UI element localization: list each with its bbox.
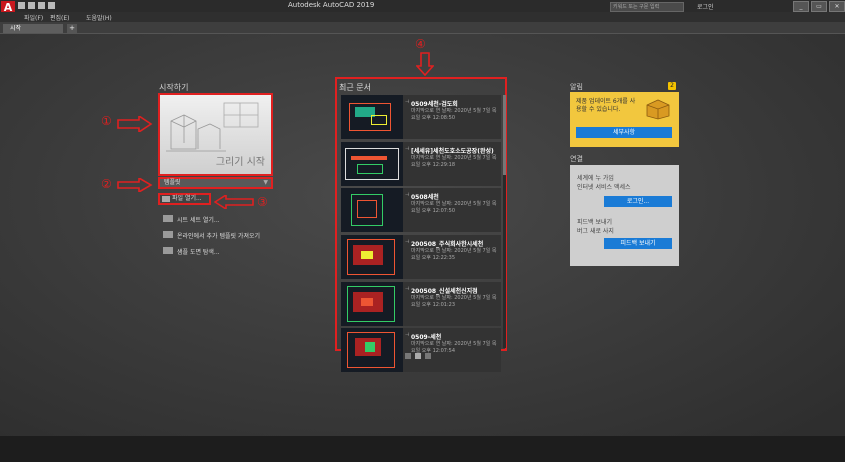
getting-started-title: 시작하기 xyxy=(159,83,189,92)
document-thumbnail xyxy=(341,328,403,373)
list-view-icon[interactable] xyxy=(415,353,421,359)
recent-documents-list: ⊣ 0509세천-검도회 마지막으로 연 날짜: 2020년 5월 7일 목요일… xyxy=(341,95,501,375)
connect-card: 세계에 누 가입 인터넷 서비스 액세스 로그인... 피드백 보내기 버그 새… xyxy=(570,165,679,266)
explore-samples-link[interactable]: 샘플 도면 탐색... xyxy=(163,247,220,256)
menu-help[interactable]: 도움말(H) xyxy=(86,13,112,22)
notifications-title: 알림 xyxy=(570,83,583,91)
open-files-label: 파일 열기... xyxy=(172,195,202,202)
feedback-subtitle: 버그 새로 사지 xyxy=(577,228,614,235)
tab-bar: 시작 + xyxy=(0,22,845,34)
notification-count-badge: 2 xyxy=(668,82,676,90)
connect-signin-button[interactable]: 로그인... xyxy=(604,196,672,207)
annotation-marker-1: ① xyxy=(101,114,112,128)
document-name: 200508_주식회사한시세천 xyxy=(411,241,484,249)
open-icon[interactable] xyxy=(28,2,35,9)
annotation-arrow-left-icon xyxy=(214,195,254,209)
floorplan-sketch-icon xyxy=(223,102,259,128)
pin-icon[interactable]: ⊣ xyxy=(405,192,409,198)
search-input[interactable]: 키워드 또는 구문 입력 xyxy=(610,2,684,12)
document-thumbnail xyxy=(341,95,403,139)
document-meta: 마지막으로 연 날짜: 2020년 5월 7일 목요일 오후 12:07:50 xyxy=(411,201,497,215)
recent-document-item[interactable]: ⊣ 0509세천-검도회 마지막으로 연 날짜: 2020년 5월 7일 목요일… xyxy=(341,95,501,139)
menu-file[interactable]: 파일(F) xyxy=(24,13,43,22)
scrollbar-thumb[interactable] xyxy=(503,95,506,175)
document-name: 0509세천-검도회 xyxy=(411,101,458,108)
document-meta: 마지막으로 연 날짜: 2020년 5월 7일 목요일 오후 12:29:18 xyxy=(411,154,497,168)
document-meta: 마지막으로 연 날짜: 2020년 5월 7일 목요일 오후 12:08:50 xyxy=(411,108,497,121)
get-templates-online-label: 온라인에서 추가 템플릿 가져오기 xyxy=(177,233,261,240)
document-meta: 마지막으로 연 날짜: 2020년 5월 7일 목요일 오후 12:22:35 xyxy=(411,248,497,262)
recent-documents-panel: 최근 문서 ⊣ 0509세천-검도회 마지막으로 연 날짜: 2020년 5월 … xyxy=(335,77,507,373)
folder-icon xyxy=(162,196,170,202)
minimize-button[interactable]: _ xyxy=(793,1,809,12)
close-button[interactable]: ✕ xyxy=(829,1,845,12)
pin-icon[interactable]: ⊣ xyxy=(405,286,409,292)
pin-icon[interactable]: ⊣ xyxy=(405,332,409,338)
menu-edit[interactable]: 편집(E) xyxy=(50,13,70,22)
add-tab-button[interactable]: + xyxy=(67,24,77,33)
document-name: 200508_신설세천신지점 xyxy=(411,287,478,295)
recent-document-item[interactable]: ⊣ 200508_주식회사한시세천 마지막으로 연 날짜: 2020년 5월 7… xyxy=(341,235,501,280)
start-drawing-label: 그리기 시작 xyxy=(215,157,265,168)
open-sheet-set-label: 시트 세트 열기... xyxy=(177,217,220,224)
start-drawing-card[interactable]: 그리기 시작 xyxy=(158,93,273,176)
package-box-icon xyxy=(646,99,670,120)
open-sheet-set-link[interactable]: 시트 세트 열기... xyxy=(163,215,220,224)
annotation-arrow-right-icon xyxy=(117,116,153,132)
notification-text: 제품 업데이트 6개를 사용할 수 있습니다. xyxy=(576,98,636,113)
explore-samples-label: 샘플 도면 탐색... xyxy=(177,249,220,256)
recent-document-item[interactable]: ⊣ [세세유]세천도호소도공장(완성) 마지막으로 연 날짜: 2020년 5월… xyxy=(341,141,501,186)
document-thumbnail xyxy=(341,141,403,186)
annotation-marker-2: ② xyxy=(101,177,112,191)
tab-start[interactable]: 시작 xyxy=(3,24,63,33)
document-thumbnail xyxy=(341,281,403,326)
pin-icon[interactable]: ⊣ xyxy=(405,99,409,105)
quick-access-toolbar xyxy=(18,2,55,9)
details-button[interactable]: 세부사항 xyxy=(576,127,672,138)
signin-subdescription: 인터넷 서비스 액세스 xyxy=(577,184,631,191)
window-controls: _ ▭ ✕ xyxy=(793,1,845,12)
annotation-marker-3: ③ xyxy=(257,195,268,209)
maximize-button[interactable]: ▭ xyxy=(811,1,827,12)
document-thumbnail xyxy=(341,235,403,280)
pin-icon[interactable]: ⊣ xyxy=(405,146,409,152)
sheet-set-icon xyxy=(163,215,173,222)
annotation-arrow-right-icon xyxy=(117,178,153,192)
connect-title: 연결 xyxy=(570,155,583,163)
recent-scrollbar[interactable] xyxy=(503,95,506,348)
template-dropdown[interactable]: 템플릿 ▼ xyxy=(158,177,273,189)
pin-icon[interactable]: ⊣ xyxy=(405,239,409,245)
window-title: Autodesk AutoCAD 2019 xyxy=(288,1,375,9)
document-name: [세세유]세천도호소도공장(완성) xyxy=(411,147,494,155)
send-feedback-button[interactable]: 피드백 보내기 xyxy=(604,238,672,249)
template-label: 템플릿 xyxy=(164,179,181,186)
grid-view-icon[interactable] xyxy=(405,353,411,359)
document-meta: 마지막으로 연 날짜: 2020년 5월 7일 목요일 오후 12:01:23 xyxy=(411,294,497,308)
signin-description: 세계에 누 가입 xyxy=(577,175,614,182)
annotation-arrow-down-icon xyxy=(416,52,434,76)
annotation-marker-4: ④ xyxy=(415,37,426,51)
chevron-down-icon: ▼ xyxy=(263,179,268,186)
document-thumbnail xyxy=(341,188,403,233)
signin-button[interactable]: 로그인 xyxy=(697,2,714,11)
recent-documents-title: 최근 문서 xyxy=(339,83,371,92)
template-online-icon xyxy=(163,231,173,238)
recent-document-item[interactable]: ⊣ 0509-세천 마지막으로 연 날짜: 2020년 5월 7일 목요일 오후… xyxy=(341,328,501,373)
recent-document-item[interactable]: ⊣ 200508_신설세천신지점 마지막으로 연 날짜: 2020년 5월 7일… xyxy=(341,281,501,326)
status-bar xyxy=(0,436,845,462)
title-bar: A Autodesk AutoCAD 2019 키워드 또는 구문 입력 로그인… xyxy=(0,0,845,15)
save-icon[interactable] xyxy=(38,2,45,9)
recent-view-toggle xyxy=(405,353,431,359)
undo-icon[interactable] xyxy=(48,2,55,9)
feedback-title: 피드백 보내기 xyxy=(577,219,613,226)
detail-view-icon[interactable] xyxy=(425,353,431,359)
menu-bar: 파일(F) 편집(E) 도움말(H) xyxy=(0,12,845,22)
open-files-link[interactable]: 파일 열기... xyxy=(158,193,211,205)
get-templates-online-link[interactable]: 온라인에서 추가 템플릿 가져오기 xyxy=(163,231,260,240)
notification-card: 제품 업데이트 6개를 사용할 수 있습니다. 세부사항 xyxy=(570,92,679,147)
sample-drawing-icon xyxy=(163,247,173,254)
new-icon[interactable] xyxy=(18,2,25,9)
building-sketch-icon xyxy=(166,114,226,152)
recent-document-item[interactable]: ⊣ 0508세천 마지막으로 연 날짜: 2020년 5월 7일 목요일 오후 … xyxy=(341,188,501,233)
